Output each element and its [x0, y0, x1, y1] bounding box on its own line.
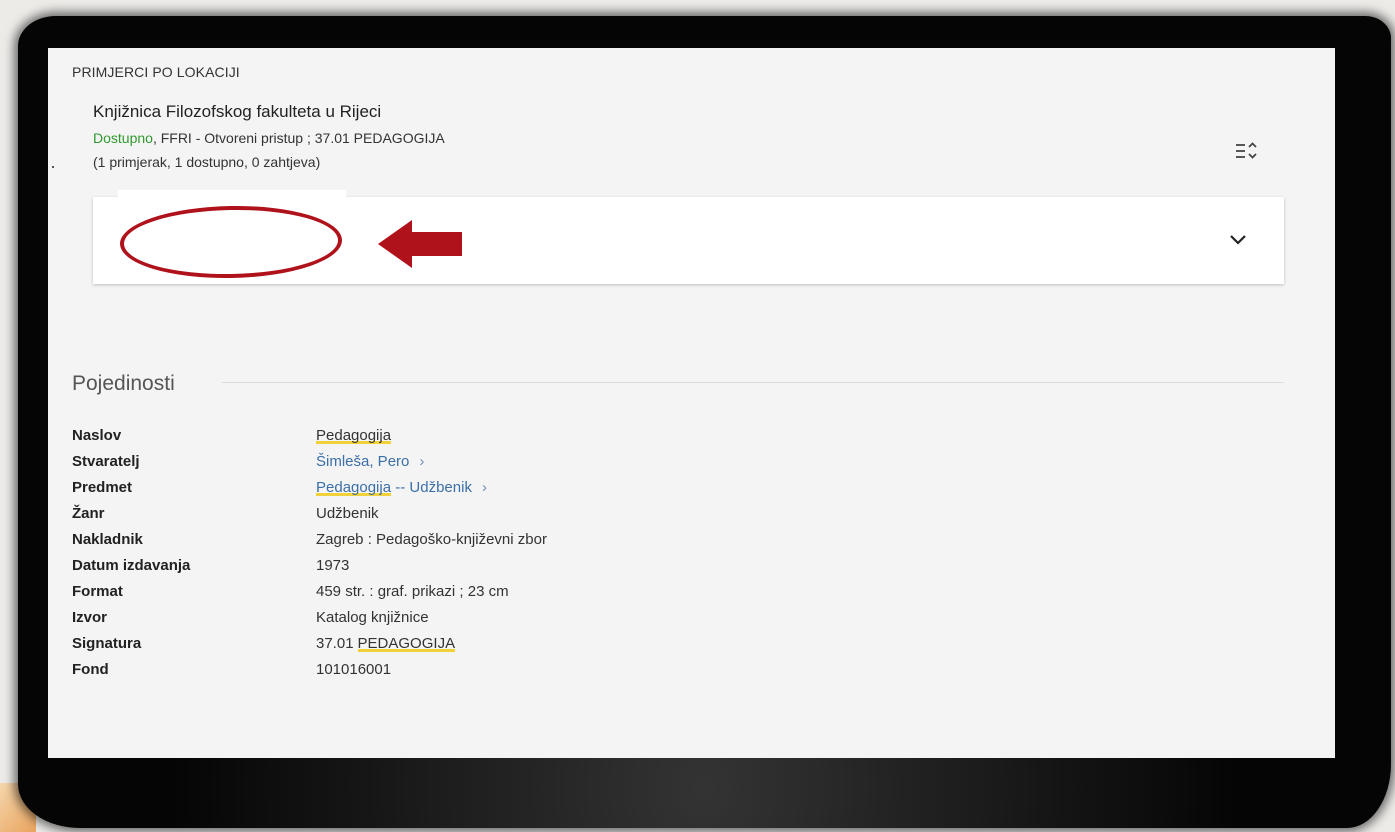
detail-row-call-number: Signatura 37.01 PEDAGOGIJA: [72, 630, 1272, 656]
details-list: Naslov Pedagogija Stvaratelj Šimleša, Pe…: [72, 422, 1272, 682]
stray-dot: [52, 166, 54, 168]
detail-row-subject: Predmet Pedagogija -- Udžbenik ›: [72, 474, 1272, 500]
detail-label: Stvaratelj: [72, 452, 140, 470]
detail-label: Fond: [72, 660, 109, 678]
detail-label: Signatura: [72, 634, 142, 652]
chevron-right-icon[interactable]: ›: [482, 479, 487, 496]
detail-row-source: Izvor Katalog knjižnice: [72, 604, 1272, 630]
redaction-patch: [118, 190, 346, 204]
chevron-right-icon[interactable]: ›: [419, 453, 424, 470]
details-divider: [222, 382, 1284, 383]
detail-label: Datum izdavanja: [72, 556, 191, 574]
subject-link-rest: -- Udžbenik: [395, 478, 472, 496]
detail-label: Predmet: [72, 478, 133, 496]
annotation-arrow-icon: [378, 220, 462, 273]
detail-row-title: Naslov Pedagogija: [72, 422, 1272, 448]
call-number-class: 37.01: [316, 634, 354, 652]
detail-label: Naslov: [72, 426, 122, 444]
availability-status: Dostupno: [93, 130, 153, 146]
creator-link[interactable]: Šimleša, Pero: [316, 453, 409, 470]
subject-link[interactable]: Pedagogija -- Udžbenik: [316, 479, 472, 496]
detail-row-creator: Stvaratelj Šimleša, Pero ›: [72, 448, 1272, 474]
location-detail: , FFRI - Otvoreni pristup ; 37.01 PEDAGO…: [152, 130, 445, 146]
detail-label: Žanr: [72, 504, 105, 522]
detail-label: Izvor: [72, 608, 108, 626]
call-number-name: PEDAGOGIJA: [357, 634, 456, 652]
section-heading: PRIMJERCI PO LOKACIJI: [72, 64, 240, 80]
detail-row-publisher: Nakladnik Zagreb : Pedagoško-književni z…: [72, 526, 1272, 552]
detail-label: Format: [72, 582, 123, 600]
detail-value-publisher: Zagreb : Pedagoško-književni zbor: [316, 530, 547, 548]
details-heading: Pojedinosti: [72, 372, 175, 395]
detail-row-format: Format 459 str. : graf. prikazi ; 23 cm: [72, 578, 1272, 604]
location-line: Dostupno, FFRI - Otvoreni pristup ; 37.0…: [93, 130, 445, 146]
detail-label: Nakladnik: [72, 530, 143, 548]
detail-value-title: Pedagogija: [316, 426, 392, 444]
detail-value-source: Katalog knjižnice: [316, 608, 429, 626]
detail-value-format: 459 str. : graf. prikazi ; 23 cm: [316, 582, 509, 600]
detail-value-fund: 101016001: [316, 660, 392, 678]
copies-summary: (1 primjerak, 1 dostupno, 0 zahtjeva): [93, 154, 321, 170]
detail-value-genre: Udžbenik: [316, 504, 379, 522]
chevron-down-icon[interactable]: [1226, 228, 1250, 252]
library-name[interactable]: Knjižnica Filozofskog fakulteta u Rijeci: [93, 102, 381, 122]
detail-row-genre: Žanr Udžbenik: [72, 500, 1272, 526]
record-panel: PRIMJERCI PO LOKACIJI Knjižnica Filozofs…: [48, 48, 1335, 758]
subject-link-highlight: Pedagogija: [316, 478, 392, 496]
sort-options-icon[interactable]: [1231, 136, 1261, 166]
detail-row-fund: Fond 101016001: [72, 656, 1272, 682]
detail-row-date: Datum izdavanja 1973: [72, 552, 1272, 578]
detail-value-date: 1973: [316, 556, 350, 574]
